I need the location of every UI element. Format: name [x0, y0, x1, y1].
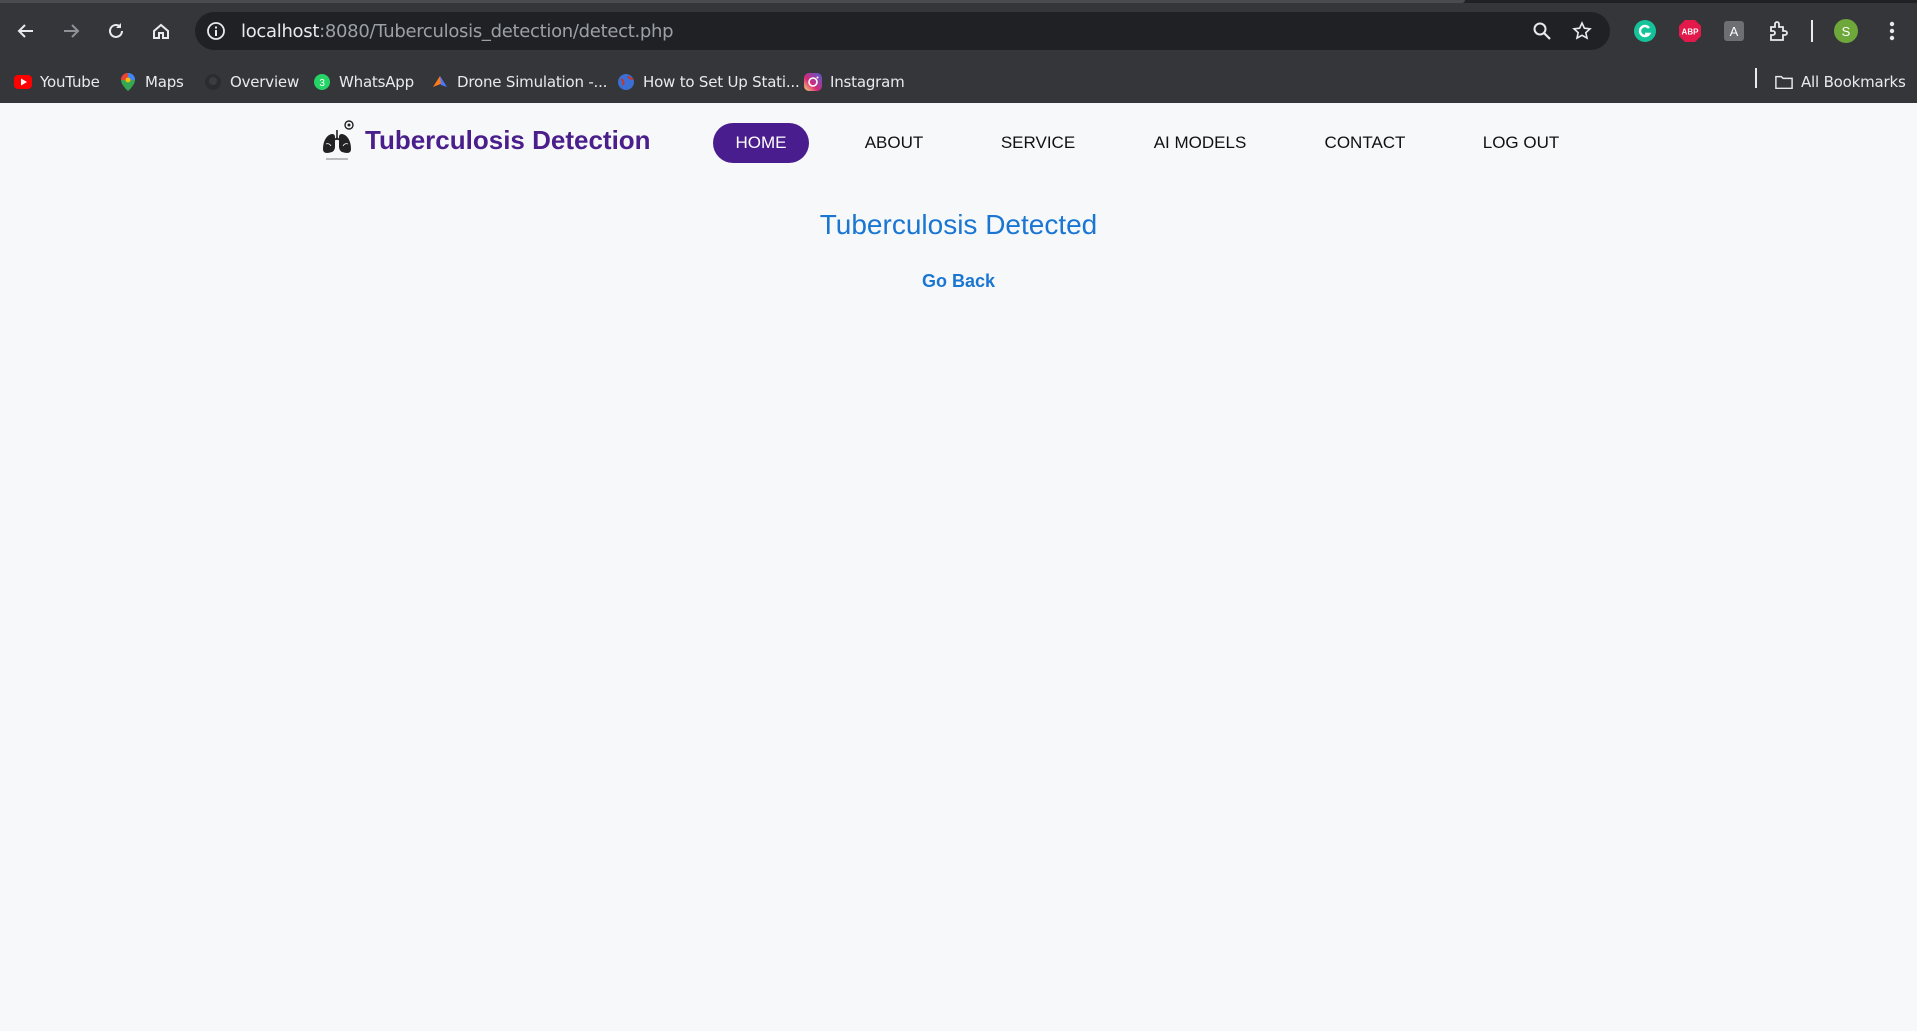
profile-initial: S [1842, 24, 1851, 39]
zoom-icon[interactable] [1531, 20, 1553, 42]
reload-button[interactable] [99, 14, 133, 48]
url-path: :8080/Tuberculosis_detection/detect.php [319, 21, 674, 42]
abp-label: ABP [1682, 28, 1700, 37]
nav-ai-models[interactable]: AI MODELS [1150, 123, 1250, 163]
forward-button[interactable] [54, 14, 88, 48]
home-button[interactable] [144, 14, 178, 48]
bookmark-how-to-set-up[interactable]: How to Set Up Stati... [617, 69, 800, 95]
whatsapp-icon: 3 [313, 73, 331, 91]
translate-extension-icon[interactable]: A [1720, 17, 1748, 45]
whatsapp-badge: 3 [319, 78, 325, 89]
extensions-puzzle-icon[interactable] [1765, 17, 1793, 45]
youtube-icon [14, 73, 32, 91]
bookmark-label: Instagram [830, 73, 905, 91]
drone-sim-icon [431, 73, 449, 91]
ext-a-label: A [1730, 24, 1739, 39]
globe-icon [617, 73, 635, 91]
back-arrow-icon [17, 24, 33, 38]
bookmark-label: YouTube [40, 73, 100, 91]
instagram-icon [804, 73, 822, 91]
forward-arrow-icon [64, 24, 80, 38]
browser-menu-icon[interactable] [1878, 17, 1906, 45]
active-tab-strip [0, 0, 1465, 3]
bookmark-label: Overview [230, 73, 300, 91]
back-button[interactable] [9, 14, 43, 48]
maps-pin-icon [119, 73, 137, 91]
bookmark-star-icon[interactable] [1571, 20, 1593, 42]
github-icon [204, 73, 222, 91]
bookmark-label: Drone Simulation -... [457, 73, 608, 91]
reload-icon [109, 23, 123, 38]
bookmark-label: WhatsApp [339, 73, 414, 91]
bookmark-drone-simulation[interactable]: Drone Simulation -... [431, 69, 607, 95]
site-info-icon[interactable] [205, 20, 227, 42]
page-content: Tuberculosis Detection HOME ABOUT SERVIC… [0, 103, 1917, 1031]
adblock-plus-extension-icon[interactable]: ABP [1676, 17, 1704, 45]
nav-home[interactable]: HOME [713, 123, 809, 163]
nav-about[interactable]: ABOUT [852, 123, 936, 163]
all-bookmarks-label: All Bookmarks [1801, 73, 1906, 91]
go-back-link[interactable]: Go Back [922, 271, 995, 291]
bookmarks-divider [1755, 68, 1757, 88]
url-host: localhost [241, 21, 320, 42]
profile-avatar[interactable]: S [1832, 17, 1860, 45]
brand-title[interactable]: Tuberculosis Detection [365, 125, 651, 156]
browser-toolbar: localhost:8080/Tuberculosis_detection/de… [0, 0, 1917, 62]
nav-service[interactable]: SERVICE [995, 123, 1081, 163]
grammarly-extension-icon[interactable] [1631, 17, 1659, 45]
bookmark-whatsapp[interactable]: 3 WhatsApp [313, 69, 414, 95]
all-bookmarks-button[interactable]: All Bookmarks [1775, 69, 1906, 95]
address-bar[interactable]: localhost:8080/Tuberculosis_detection/de… [195, 12, 1610, 50]
bookmark-maps[interactable]: Maps [119, 69, 184, 95]
nav-contact[interactable]: CONTACT [1318, 123, 1412, 163]
bookmark-instagram[interactable]: Instagram [804, 69, 905, 95]
bookmark-label: How to Set Up Stati... [643, 73, 800, 91]
home-icon [153, 23, 169, 39]
bookmark-overview[interactable]: Overview [204, 69, 299, 95]
lungs-logo-icon [320, 120, 356, 164]
go-back-container: Go Back [0, 271, 1917, 292]
detection-result: Tuberculosis Detected [819, 209, 1098, 240]
url-text[interactable]: localhost:8080/Tuberculosis_detection/de… [241, 21, 674, 42]
nav-log-out[interactable]: LOG OUT [1476, 123, 1566, 163]
folder-icon [1775, 73, 1793, 91]
bookmark-label: Maps [145, 73, 184, 91]
bookmark-youtube[interactable]: YouTube [14, 69, 100, 95]
bookmarks-bar: YouTube Maps Overview 3 WhatsApp Drone S… [0, 62, 1917, 104]
toolbar-divider [1811, 20, 1813, 42]
